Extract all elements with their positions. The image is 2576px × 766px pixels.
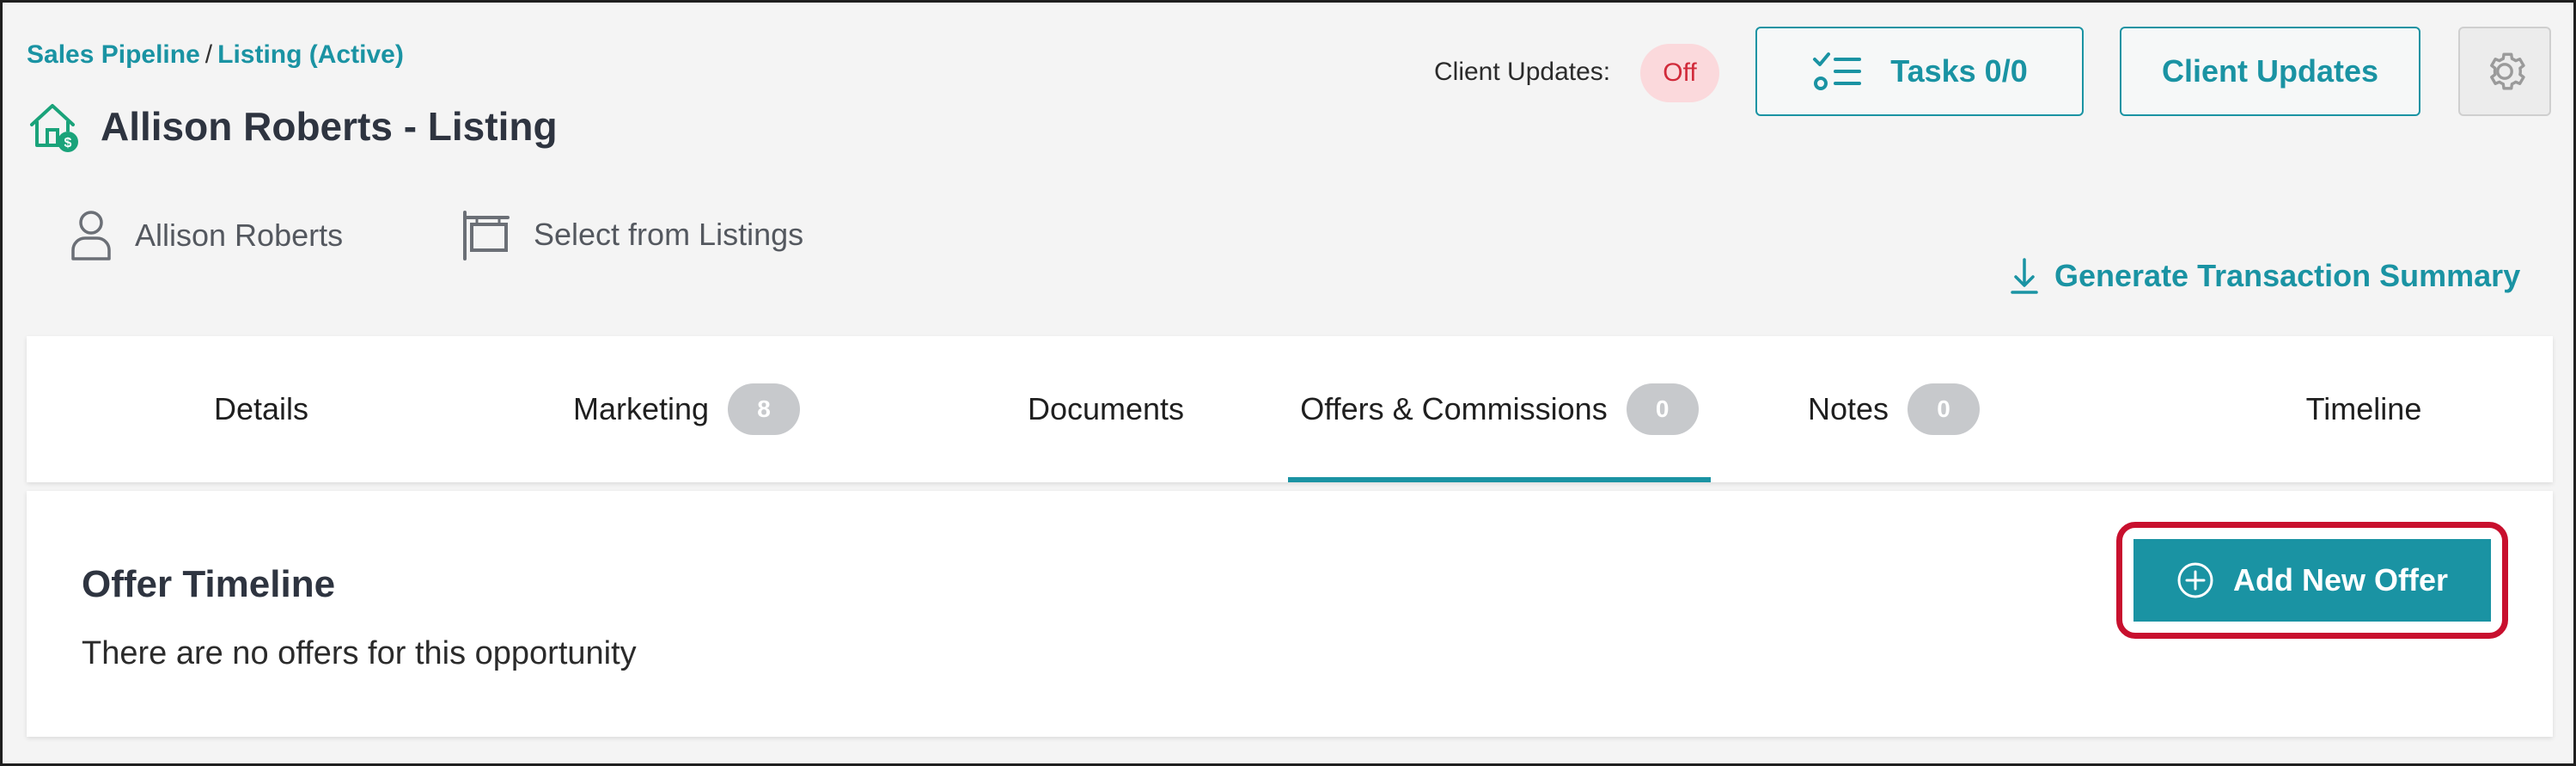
select-listing-label: Select from Listings [534,217,804,252]
page-title: Allison Roberts - Listing [101,104,558,149]
offer-empty-message: There are no offers for this opportunity [82,635,637,671]
tab-label: Timeline [2305,391,2422,426]
tab-count-badge: 0 [1908,383,1981,435]
svg-text:$: $ [64,136,72,150]
tab-notes[interactable]: Notes 0 [1795,336,1993,482]
tab-details[interactable]: Details [121,336,401,482]
generate-transaction-summary-link[interactable]: Generate Transaction Summary [2010,257,2520,295]
tab-count-badge: 0 [1626,383,1699,435]
tab-offers-commissions[interactable]: Offers & Commissions 0 [1288,336,1711,482]
breadcrumb-sales-pipeline[interactable]: Sales Pipeline [27,40,200,69]
tab-bar: Details Marketing 8 Documents Offers & C… [27,336,2553,482]
person-icon [71,211,111,260]
checklist-icon [1813,52,1862,90]
house-dollar-icon: $ [30,104,78,152]
client-updates-status-badge[interactable]: Off [1640,44,1719,102]
breadcrumb-listing-active[interactable]: Listing (Active) [217,40,404,69]
settings-button[interactable] [2458,27,2551,116]
contact-person-name: Allison Roberts [135,218,344,253]
listing-sign-icon [463,211,510,260]
tab-label: Offers & Commissions [1300,391,1608,426]
gear-icon [2490,52,2525,90]
generate-transaction-summary-label: Generate Transaction Summary [2054,258,2521,293]
client-updates-label: Client Updates: [1434,58,1611,86]
download-icon [2011,258,2038,294]
plus-circle-icon [2177,562,2213,598]
tab-timeline[interactable]: Timeline [2252,336,2475,482]
tasks-button-label: Tasks 0/0 [1890,53,2028,89]
tab-label: Details [213,391,309,426]
add-new-offer-button[interactable]: Add New Offer [2132,537,2493,623]
add-new-offer-label: Add New Offer [2232,562,2448,597]
offer-timeline-card: Offer Timeline There are no offers for t… [27,491,2553,737]
offer-timeline-title: Offer Timeline [82,563,336,605]
tab-documents[interactable]: Documents [965,336,1247,482]
tasks-button[interactable]: Tasks 0/0 [1755,27,2084,116]
app-frame: Sales Pipeline / Listing (Active) $ Alliso… [0,0,2576,766]
client-updates-button[interactable]: Client Updates [2120,27,2420,116]
breadcrumb-separator: / [204,40,213,69]
title-row: $ Allison Roberts - Listing [27,99,558,154]
tab-marketing[interactable]: Marketing 8 [510,336,864,482]
contact-person[interactable]: Allison Roberts [70,209,343,262]
breadcrumb: Sales Pipeline / Listing (Active) [27,40,404,70]
select-listing[interactable]: Select from Listings [460,209,803,260]
tab-label: Documents [1027,391,1185,426]
tab-count-badge: 8 [728,383,801,435]
tab-label: Marketing [572,391,710,426]
tab-label: Notes [1807,391,1889,426]
